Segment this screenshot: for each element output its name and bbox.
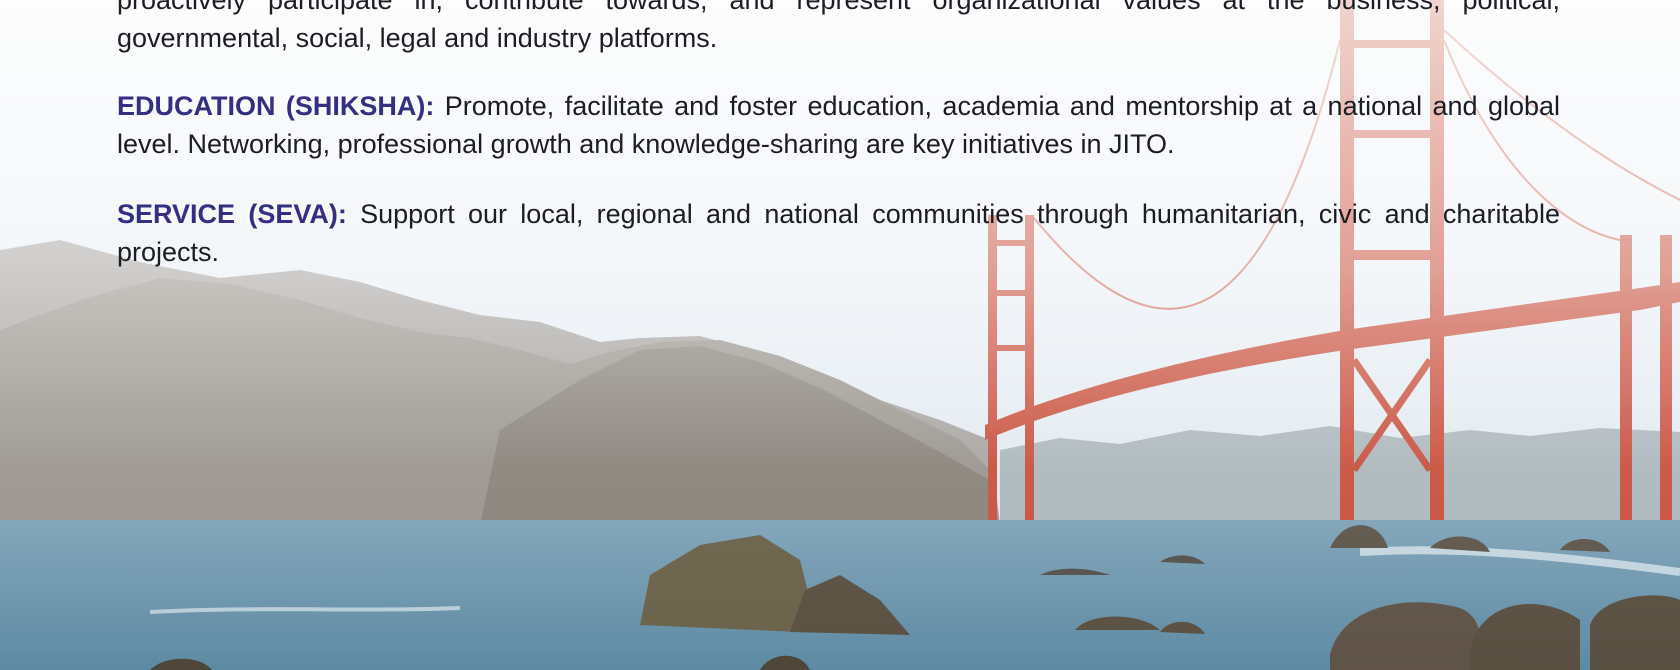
education-heading: EDUCATION (SHIKSHA): xyxy=(117,91,435,121)
intro-paragraph-tail: proactively participate in, contribute t… xyxy=(117,0,1560,57)
education-paragraph: EDUCATION (SHIKSHA): Promote, facilitate… xyxy=(117,87,1560,163)
intro-line-2: governmental, social, legal and industry… xyxy=(117,23,718,53)
service-paragraph: SERVICE (SEVA): Support our local, regio… xyxy=(117,195,1560,271)
intro-line-1: proactively participate in, contribute t… xyxy=(117,0,1560,15)
service-heading: SERVICE (SEVA): xyxy=(117,199,347,229)
